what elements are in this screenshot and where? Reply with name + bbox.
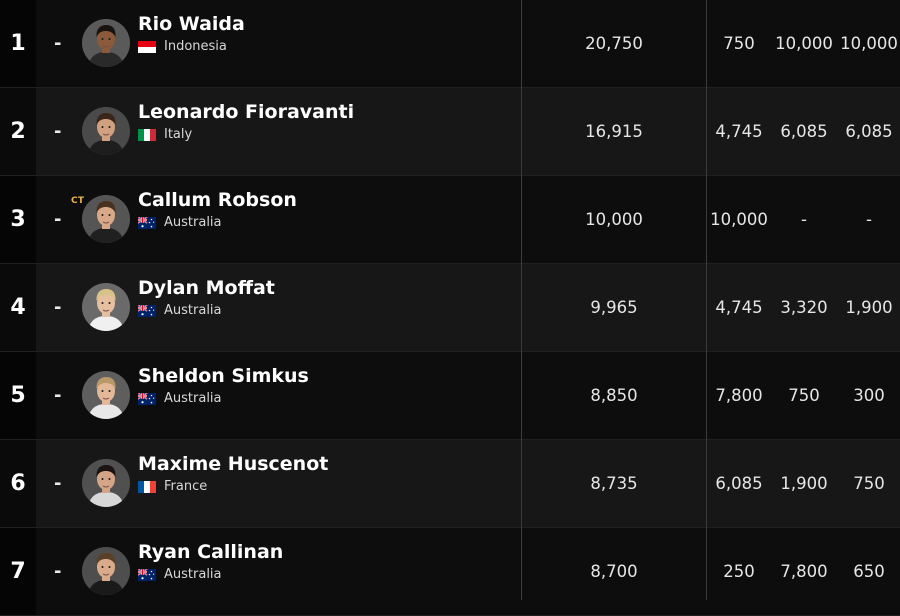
total-points: 20,750: [585, 34, 643, 53]
avatar-photo: [82, 547, 130, 595]
surfer-country: Australia: [138, 391, 222, 406]
avatar[interactable]: [82, 195, 130, 243]
table-row[interactable]: 2 - Leonardo Fioravanti Italy 16,915 4,7…: [0, 88, 900, 176]
rank-number: 5: [0, 352, 36, 439]
result-3: -: [866, 210, 872, 229]
italy-flag-icon: [138, 128, 156, 141]
table-row[interactable]: 6 - Maxime Huscenot France 8,735 6,085 1…: [0, 440, 900, 528]
surfer-name[interactable]: Dylan Moffat: [138, 277, 275, 299]
result-2: -: [801, 210, 807, 229]
surfer-country: France: [138, 479, 207, 494]
surfer-country: Italy: [138, 127, 192, 142]
rank-change: -: [54, 209, 62, 230]
total-points: 8,850: [590, 386, 638, 405]
country-label: Australia: [164, 391, 222, 406]
result-3: 6,085: [845, 122, 893, 141]
result-1: 750: [723, 34, 755, 53]
avatar[interactable]: [82, 19, 130, 67]
result-3: 750: [853, 474, 885, 493]
result-3: 10,000: [840, 34, 898, 53]
rank-number: 6: [0, 440, 36, 527]
rank-number: 1: [0, 0, 36, 87]
result-3: 300: [853, 386, 885, 405]
avatar-photo: [82, 107, 130, 155]
australia-flag-icon: [138, 216, 156, 229]
country-label: Australia: [164, 303, 222, 318]
country-label: Australia: [164, 215, 222, 230]
table-row[interactable]: 4 - Dylan Moffat Australia 9,965 4,745 3…: [0, 264, 900, 352]
result-3: 1,900: [845, 298, 893, 317]
avatar-photo: [82, 19, 130, 67]
france-flag-icon: [138, 480, 156, 493]
result-1: 250: [723, 562, 755, 581]
rank-number: 4: [0, 264, 36, 351]
column-divider-total: [521, 0, 522, 600]
result-2: 750: [788, 386, 820, 405]
country-label: Indonesia: [164, 39, 227, 54]
surfer-country: Australia: [138, 567, 222, 582]
rank-change: -: [54, 297, 62, 318]
table-row[interactable]: 7 - Ryan Callinan Australia 8,700 250 7,…: [0, 528, 900, 616]
country-label: Australia: [164, 567, 222, 582]
total-points: 10,000: [585, 210, 643, 229]
avatar[interactable]: [82, 283, 130, 331]
country-label: France: [164, 479, 208, 494]
rank-change: -: [54, 473, 62, 494]
avatar-photo: [82, 195, 130, 243]
avatar-photo: [82, 459, 130, 507]
surfer-name[interactable]: Maxime Huscenot: [138, 453, 328, 475]
indonesia-flag-icon: [138, 40, 156, 53]
surfer-name[interactable]: Sheldon Simkus: [138, 365, 309, 387]
australia-flag-icon: [138, 568, 156, 581]
rank-number: 7: [0, 528, 36, 615]
rank-change: -: [54, 561, 62, 582]
result-2: 1,900: [780, 474, 828, 493]
ct-badge: CT: [71, 196, 85, 206]
australia-flag-icon: [138, 304, 156, 317]
surfer-country: Indonesia: [138, 39, 227, 54]
result-1: 4,745: [715, 298, 763, 317]
total-points: 8,700: [590, 562, 638, 581]
result-2: 10,000: [775, 34, 833, 53]
avatar[interactable]: [82, 459, 130, 507]
total-points: 16,915: [585, 122, 643, 141]
result-3: 650: [853, 562, 885, 581]
table-row[interactable]: 5 - Sheldon Simkus Australia 8,850 7,800…: [0, 352, 900, 440]
rank-change: -: [54, 33, 62, 54]
surfer-country: Australia: [138, 303, 222, 318]
avatar[interactable]: [82, 107, 130, 155]
result-1: 6,085: [715, 474, 763, 493]
avatar[interactable]: [82, 547, 130, 595]
australia-flag-icon: [138, 392, 156, 405]
rankings-table: 1 - Rio Waida Indonesia 20,750 750 10,00…: [0, 0, 900, 616]
rankings-body: 1 - Rio Waida Indonesia 20,750 750 10,00…: [0, 0, 900, 616]
surfer-name[interactable]: Ryan Callinan: [138, 541, 283, 563]
surfer-name[interactable]: Rio Waida: [138, 13, 245, 35]
avatar-photo: [82, 371, 130, 419]
result-1: 4,745: [715, 122, 763, 141]
table-row[interactable]: 1 - Rio Waida Indonesia 20,750 750 10,00…: [0, 0, 900, 88]
rank-number: 3: [0, 176, 36, 263]
surfer-name[interactable]: Callum Robson: [138, 189, 297, 211]
rank-number: 2: [0, 88, 36, 175]
result-1: 10,000: [710, 210, 768, 229]
country-label: Italy: [164, 127, 193, 142]
rank-change: -: [54, 385, 62, 406]
surfer-name[interactable]: Leonardo Fioravanti: [138, 101, 354, 123]
surfer-country: Australia: [138, 215, 222, 230]
result-2: 7,800: [780, 562, 828, 581]
result-1: 7,800: [715, 386, 763, 405]
table-row[interactable]: 3 - CT Callum Robson Australia 10,000 10…: [0, 176, 900, 264]
result-2: 3,320: [780, 298, 828, 317]
total-points: 9,965: [590, 298, 638, 317]
result-2: 6,085: [780, 122, 828, 141]
avatar[interactable]: [82, 371, 130, 419]
total-points: 8,735: [590, 474, 638, 493]
rank-change: -: [54, 121, 62, 142]
avatar-photo: [82, 283, 130, 331]
column-divider-heats: [706, 0, 707, 600]
